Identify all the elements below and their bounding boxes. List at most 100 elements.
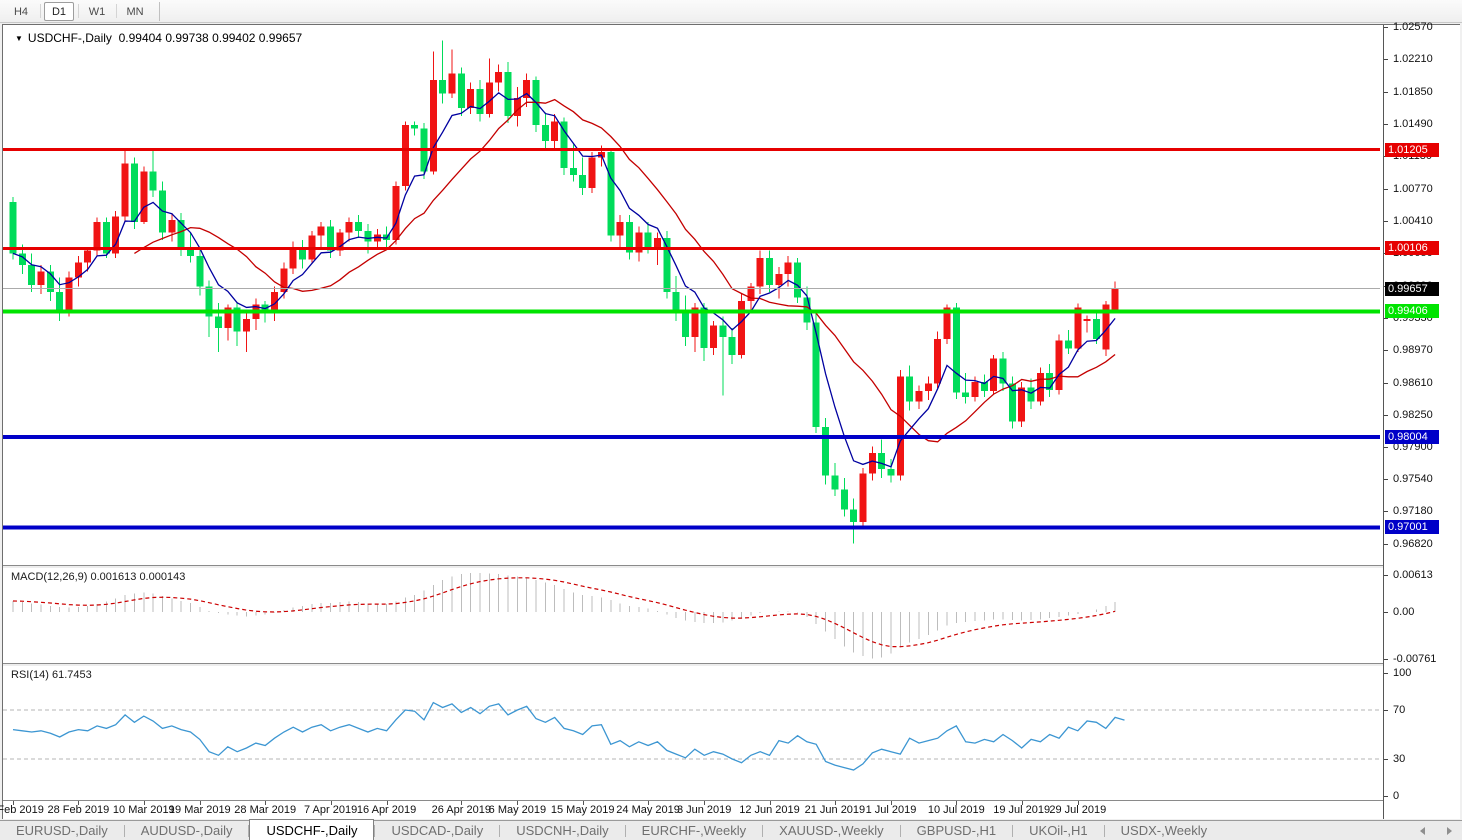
date-axis-label: 26 Apr 2019: [432, 804, 491, 816]
rsi-chart-svg[interactable]: [3, 666, 1383, 800]
rsi-axis-tick: 100: [1393, 667, 1411, 679]
axis-tick-mark: [1384, 759, 1388, 760]
ohlc-high: 0.99738: [165, 31, 208, 45]
rsi-axis-tick: 70: [1393, 704, 1405, 716]
date-axis-label: 1 Jul 2019: [866, 804, 917, 816]
level-price-tag: 0.99406: [1385, 304, 1439, 318]
axis-tick-mark: [1384, 511, 1388, 512]
ohlc-open: 0.99404: [119, 31, 162, 45]
timeframe-separator: [116, 4, 117, 18]
level-price-tag: 1.00106: [1385, 241, 1439, 255]
timeframe-button-d1[interactable]: D1: [44, 2, 74, 21]
axis-tick-mark: [1384, 221, 1388, 222]
date-axis[interactable]: 19 Feb 201928 Feb 201910 Mar 201919 Mar …: [3, 801, 1383, 819]
chart-tabs: EURUSD-,DailyAUDUSD-,DailyUSDCHF-,DailyU…: [0, 821, 1223, 840]
price-panel[interactable]: [3, 25, 1383, 565]
rsi-panel[interactable]: [3, 666, 1383, 800]
date-axis-label: 29 Jul 2019: [1049, 804, 1106, 816]
price-axis-tick: 0.98970: [1393, 344, 1433, 356]
axis-tick-mark: [1384, 124, 1388, 125]
price-axis-tick: 0.98610: [1393, 377, 1433, 389]
chart-tab-usdcad-daily[interactable]: USDCAD-,Daily: [375, 821, 499, 840]
axis-tick-mark: [1384, 544, 1388, 545]
macd-title: MACD(12,26,9) 0.001613 0.000143: [11, 571, 185, 583]
macd-value-signal: 0.000143: [139, 571, 185, 583]
axis-tick-mark: [1384, 92, 1388, 93]
timeframe-button-h4[interactable]: H4: [6, 2, 36, 21]
tab-scroll-arrows: [1420, 827, 1452, 835]
tab-scroll-right-icon[interactable]: [1447, 827, 1452, 835]
chart-tab-ukoil-h1[interactable]: UKOil-,H1: [1013, 821, 1104, 840]
chart-tab-audusd-daily[interactable]: AUDUSD-,Daily: [125, 821, 249, 840]
date-axis-label: 15 May 2019: [551, 804, 615, 816]
chart-tab-eurusd-daily[interactable]: EURUSD-,Daily: [0, 821, 124, 840]
price-axis-tick: 1.02570: [1393, 21, 1433, 33]
axis-tick-mark: [1384, 575, 1388, 576]
axis-tick-mark: [1384, 612, 1388, 613]
chart-window[interactable]: ▼ USDCHF-,Daily 0.99404 0.99738 0.99402 0…: [2, 24, 1460, 819]
rsi-title: RSI(14) 61.7453: [11, 669, 92, 681]
axis-tick-mark: [1384, 673, 1388, 674]
date-axis-label: 12 Jun 2019: [739, 804, 800, 816]
chart-tab-eurchf-weekly[interactable]: EURCHF-,Weekly: [626, 821, 763, 840]
symbol-dropdown-icon[interactable]: ▼: [15, 34, 23, 43]
axis-tick-mark: [1384, 383, 1388, 384]
chart-symbol: USDCHF-,Daily: [28, 31, 112, 45]
chart-tab-gbpusd-h1[interactable]: GBPUSD-,H1: [901, 821, 1012, 840]
macd-axis-tick: 0.00613: [1393, 569, 1433, 581]
price-axis-tick: 0.98250: [1393, 409, 1433, 421]
level-price-tag: 1.01205: [1385, 143, 1439, 157]
chart-title: ▼USDCHF-,Daily 0.99404 0.99738 0.99402 0…: [15, 31, 302, 45]
axis-tick-mark: [1384, 479, 1388, 480]
price-axis-tick: 1.02210: [1393, 53, 1433, 65]
macd-axis-tick: 0.00: [1393, 606, 1414, 618]
chart-tab-usdchf-daily[interactable]: USDCHF-,Daily: [249, 819, 374, 840]
timeframe-toolbar: H4 D1 W1 MN: [0, 0, 1462, 23]
price-axis-tick: 1.01490: [1393, 118, 1433, 130]
price-chart-svg[interactable]: [3, 25, 1383, 565]
timeframe-buttons: H4 D1 W1 MN: [6, 2, 151, 21]
chart-tab-bar: EURUSD-,DailyAUDUSD-,DailyUSDCHF-,DailyU…: [0, 820, 1462, 840]
axis-tick-mark: [1384, 59, 1388, 60]
date-axis-label: 16 Apr 2019: [357, 804, 416, 816]
chart-tab-xauusd-weekly[interactable]: XAUUSD-,Weekly: [763, 821, 900, 840]
price-axis-tick: 1.00410: [1393, 215, 1433, 227]
timeframe-button-w1[interactable]: W1: [82, 2, 112, 21]
macd-axis-tick: -0.00761: [1393, 653, 1436, 665]
chart-tab-usdcnh-daily[interactable]: USDCNH-,Daily: [500, 821, 624, 840]
mt4-window: H4 D1 W1 MN ▼ USDCHF-,Daily 0.99404 0.99738 …: [0, 0, 1462, 840]
price-axis-tick: 1.00770: [1393, 183, 1433, 195]
level-price-tag: 0.98004: [1385, 430, 1439, 444]
macd-chart-svg[interactable]: [3, 568, 1383, 663]
macd-value-main: 0.001613: [90, 571, 136, 583]
date-axis-label: 19 Jul 2019: [993, 804, 1050, 816]
price-axis-tick: 0.97540: [1393, 473, 1433, 485]
axis-tick-mark: [1384, 415, 1388, 416]
value-axis-gutter[interactable]: 1.025701.022101.018501.014901.011301.007…: [1383, 25, 1460, 819]
rsi-label: RSI(14): [11, 669, 49, 681]
rsi-axis-tick: 0: [1393, 790, 1399, 802]
timeframe-separator: [78, 4, 79, 18]
chart-tab-usdx-weekly[interactable]: USDX-,Weekly: [1105, 821, 1223, 840]
axis-tick-mark: [1384, 796, 1388, 797]
date-axis-label: 28 Mar 2019: [234, 804, 296, 816]
price-axis-tick: 0.97180: [1393, 505, 1433, 517]
axis-tick-mark: [1384, 189, 1388, 190]
macd-panel[interactable]: [3, 568, 1383, 663]
axis-tick-mark: [1384, 447, 1388, 448]
date-axis-label: 10 Mar 2019: [113, 804, 175, 816]
macd-label: MACD(12,26,9): [11, 571, 87, 583]
date-axis-label: 19 Feb 2019: [0, 804, 44, 816]
price-axis-tick: 1.01850: [1393, 86, 1433, 98]
axis-tick-mark: [1384, 27, 1388, 28]
toolbar-separator: [159, 2, 160, 21]
date-axis-label: 28 Feb 2019: [48, 804, 110, 816]
ohlc-low: 0.99402: [212, 31, 255, 45]
timeframe-button-mn[interactable]: MN: [120, 2, 150, 21]
date-axis-label: 7 Apr 2019: [304, 804, 357, 816]
tab-scroll-left-icon[interactable]: [1420, 827, 1425, 835]
level-price-tag: 0.97001: [1385, 520, 1439, 534]
rsi-axis-tick: 30: [1393, 753, 1405, 765]
date-axis-label: 3 Jun 2019: [677, 804, 731, 816]
date-axis-label: 6 May 2019: [489, 804, 546, 816]
